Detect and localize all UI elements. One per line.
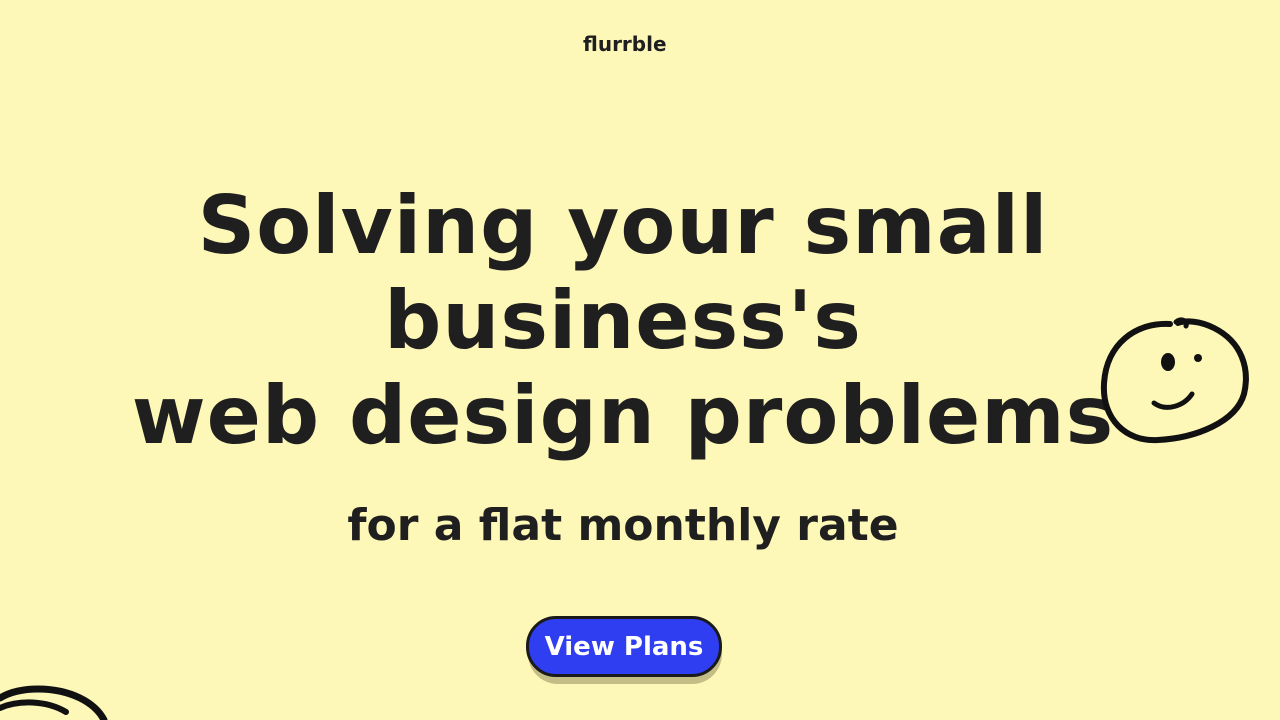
headline-line-1: Solving your small xyxy=(197,179,1049,272)
hero-headline: Solving your small business's web design… xyxy=(0,178,1246,463)
scribble-doodle-icon xyxy=(0,685,108,720)
logo-link[interactable]: flurrble xyxy=(583,30,667,58)
smiley-face-doodle-icon xyxy=(1100,317,1249,444)
headline-line-2: business's xyxy=(384,274,862,367)
headline-line-3: web design problems xyxy=(131,369,1115,462)
view-plans-button[interactable]: View Plans xyxy=(526,616,722,677)
view-plans-button-wrapper: View Plans xyxy=(526,616,722,684)
hero-subheadline: for a flat monthly rate xyxy=(347,500,899,551)
